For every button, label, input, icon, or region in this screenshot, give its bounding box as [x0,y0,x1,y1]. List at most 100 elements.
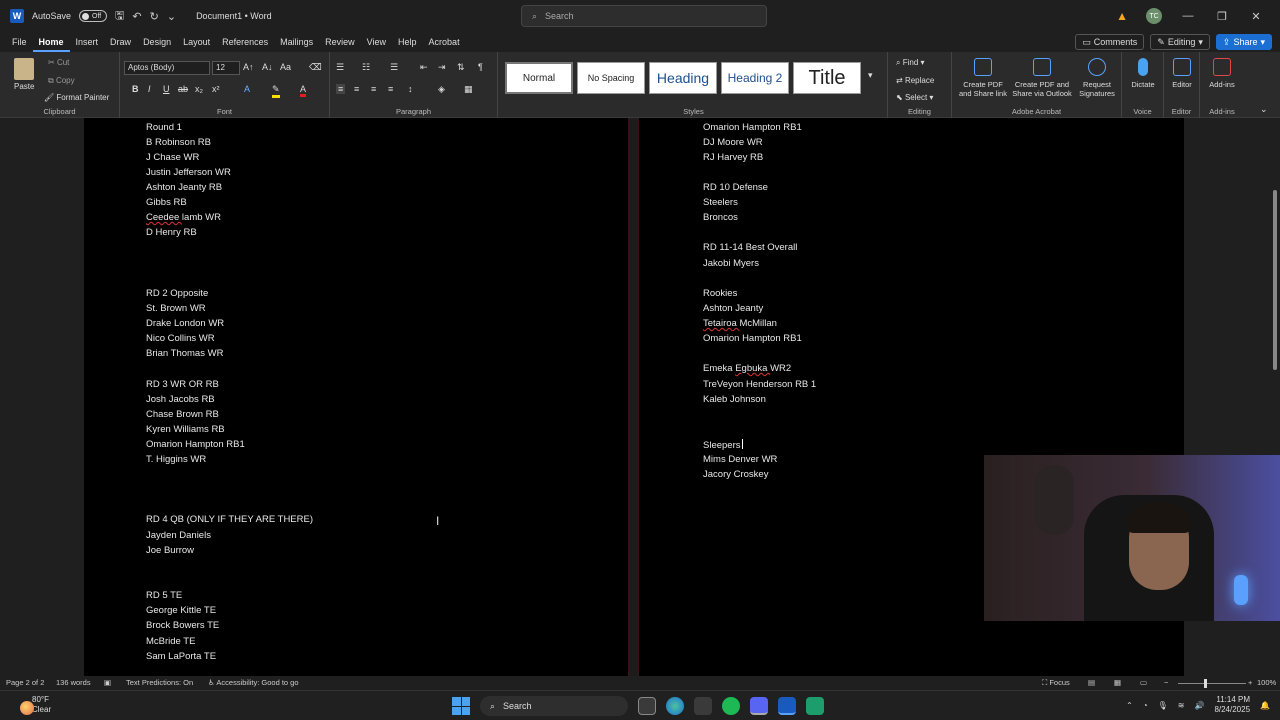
right-page-line[interactable]: DJ Moore WR [703,137,763,148]
font-name-select[interactable]: Aptos (Body) [124,61,210,75]
left-page-line[interactable]: Ceedee lamb WR [146,212,221,223]
windows-start-icon[interactable] [452,697,470,715]
save-icon[interactable]: 🖫 [115,7,124,26]
request-signatures-button[interactable]: Request Signatures [1074,58,1120,98]
editing-mode-button[interactable]: ✎ Editing ▾ [1150,34,1210,50]
left-page-line[interactable]: Joe Burrow [146,545,194,556]
tab-draw[interactable]: Draw [104,32,137,52]
xbox-icon[interactable] [694,697,712,715]
tab-insert[interactable]: Insert [70,32,105,52]
left-page-line[interactable]: Justin Jefferson WR [146,167,231,178]
create-pdf-outlook-button[interactable]: Create PDF and Share via Outlook [1012,58,1072,98]
undo-icon[interactable]: ↶ [132,10,141,23]
addins-button[interactable]: Add-ins [1202,58,1242,89]
style-heading-2[interactable]: Heading 2 [721,62,789,94]
autosave-toggle[interactable]: Off [79,10,108,22]
right-page-line[interactable]: RD 10 Defense [703,182,768,193]
text-predictions[interactable]: Text Predictions: On [126,678,193,687]
zoom-slider-thumb[interactable] [1204,679,1207,688]
decrease-indent-icon[interactable]: ⇤ [420,62,428,73]
left-page-line[interactable]: Omarion Hampton RB1 [146,439,245,450]
left-page-line[interactable]: RD 3 WR OR RB [146,379,219,390]
left-page-line[interactable]: J Chase WR [146,152,199,163]
proofing-icon[interactable]: ▣ [104,678,111,687]
right-page-line[interactable]: Tetairoa McMillan [703,318,777,329]
left-page-line[interactable]: Ashton Jeanty RB [146,182,222,193]
paste-button[interactable]: Paste [14,82,34,91]
numbering-icon[interactable]: ☷ [362,62,370,73]
dictate-button[interactable]: Dictate [1124,58,1162,89]
right-page-line[interactable]: Jacory Croskey [703,469,768,480]
right-page-line[interactable]: RD 11-14 Best Overall [703,242,797,253]
tray-chevron-up-icon[interactable]: ⌃ [1126,701,1133,710]
close-icon[interactable]: ✕ [1248,10,1264,23]
left-page-line[interactable]: St. Brown WR [146,303,206,314]
left-page-line[interactable]: Sam LaPorta TE [146,651,216,662]
subscript-icon[interactable]: x₂ [195,84,203,94]
left-page-line[interactable]: Nico Collins WR [146,333,215,344]
customize-qat-icon[interactable]: ⌄ [167,10,176,23]
right-page-line[interactable]: Steelers [703,197,738,208]
left-page-line[interactable]: Gibbs RB [146,197,187,208]
redo-icon[interactable]: ↻ [150,10,159,23]
style-normal[interactable]: Normal [505,62,573,94]
create-pdf-share-link-button[interactable]: Create PDF and Share link [956,58,1010,98]
paste-icon[interactable] [14,58,34,80]
bold-icon[interactable]: B [132,84,139,94]
page-left[interactable]: Round 1 B Robinson RB J Chase WR Justin Jef… [84,118,628,676]
editor-button[interactable]: Editor [1166,58,1198,89]
tab-design[interactable]: Design [137,32,177,52]
minimize-icon[interactable]: — [1180,10,1196,22]
chat-app-icon[interactable] [806,697,824,715]
title-search-box[interactable]: ⌕ Search [521,5,767,27]
right-page-line[interactable]: RJ Harvey RB [703,152,763,163]
word-count[interactable]: 136 words [56,678,91,687]
web-layout-icon[interactable]: ▭ [1140,678,1147,687]
tab-mailings[interactable]: Mailings [274,32,319,52]
network-icon[interactable]: ◔ [1143,701,1148,710]
left-page-line[interactable]: Jayden Daniels [146,530,211,541]
collapse-ribbon-icon[interactable]: ⌄ [1260,104,1268,115]
spotify-icon[interactable] [722,697,740,715]
user-avatar[interactable]: TC [1146,8,1162,24]
left-page-line[interactable]: George Kittle TE [146,605,216,616]
format-painter-button[interactable]: 🖌 Format Painter [44,93,109,102]
notifications-icon[interactable]: 🔔 [1260,701,1270,710]
zoom-in-icon[interactable]: + [1248,678,1252,687]
volume-icon[interactable]: 🔊 [1194,701,1204,710]
change-case-icon[interactable]: Aa [280,62,291,72]
tab-acrobat[interactable]: Acrobat [423,32,466,52]
show-formatting-icon[interactable]: ¶ [478,62,483,72]
highlight-icon[interactable]: ✎ [272,84,280,98]
right-page-line[interactable]: Broncos [703,212,738,223]
tab-help[interactable]: Help [392,32,423,52]
font-size-select[interactable]: 12 [212,61,240,75]
left-page-line[interactable]: RD 5 TE [146,590,182,601]
right-page-line[interactable]: Rookies [703,288,737,299]
left-page-line[interactable]: RD 4 QB (ONLY IF THEY ARE THERE) [146,514,313,525]
shading-icon[interactable]: ◈ [438,84,445,95]
style-heading[interactable]: Heading [649,62,717,94]
share-button[interactable]: ⇪ Share ▾ [1215,34,1272,50]
page-count[interactable]: Page 2 of 2 [6,678,44,687]
align-right-icon[interactable]: ≡ [371,84,376,94]
left-page-line[interactable]: D Henry RB [146,227,197,238]
left-page-line[interactable]: Kyren Williams RB [146,424,225,435]
right-page-line[interactable]: Emeka Egbuka WR2 [703,363,791,374]
shrink-font-icon[interactable]: A↓ [262,62,273,72]
style-no-spacing[interactable]: No Spacing [577,62,645,94]
zoom-out-icon[interactable]: − [1164,678,1168,687]
weather-widget[interactable]: 80°F Clear [20,695,51,715]
tab-review[interactable]: Review [319,32,361,52]
multilevel-list-icon[interactable]: ☰ [390,62,398,73]
styles-more-icon[interactable]: ▾ [868,70,873,81]
word-taskbar-icon[interactable] [778,697,796,715]
tab-references[interactable]: References [216,32,274,52]
left-page-line[interactable]: Drake London WR [146,318,224,329]
zoom-level[interactable]: 100% [1257,678,1276,687]
right-page-line[interactable]: Mims Denver WR [703,454,777,465]
right-page-line[interactable]: TreVeyon Henderson RB 1 [703,379,816,390]
clock[interactable]: 11:14 PM 8/24/2025 [1214,695,1250,715]
tab-layout[interactable]: Layout [177,32,216,52]
tab-view[interactable]: View [361,32,392,52]
